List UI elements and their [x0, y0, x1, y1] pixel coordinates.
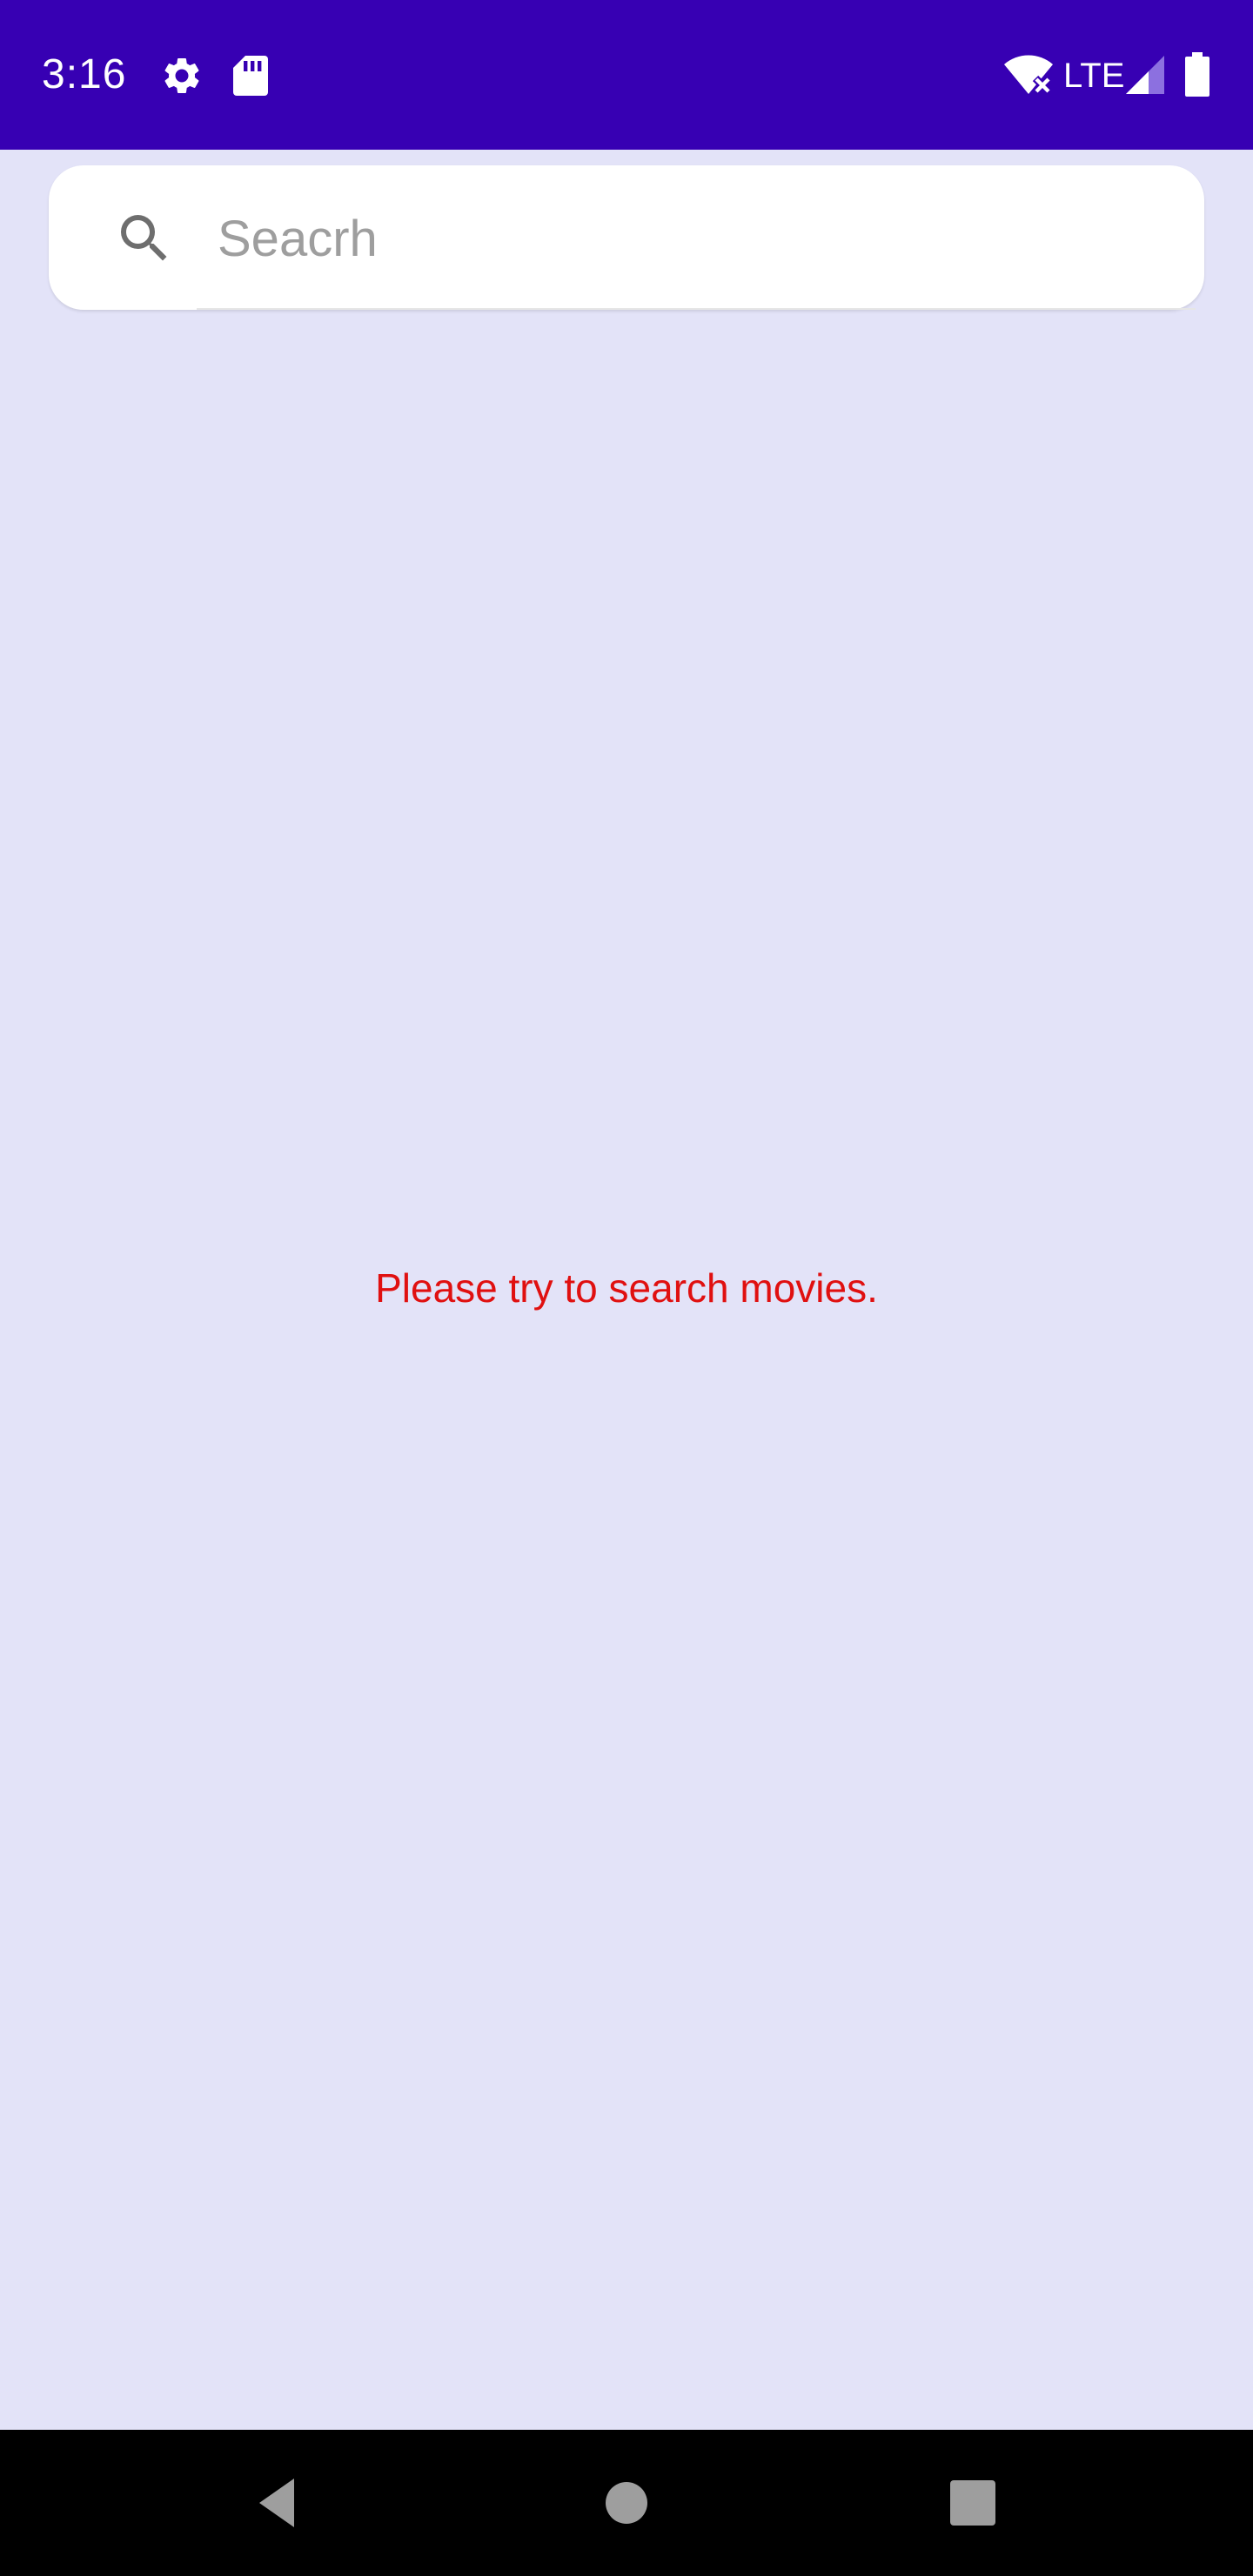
network-type: LTE [1063, 57, 1125, 95]
gear-icon [160, 54, 204, 97]
search-input[interactable] [218, 193, 1175, 284]
status-bar: 3:16 LTE [0, 0, 1253, 150]
wifi-off-icon [1002, 54, 1055, 97]
empty-state-message: Please try to search movies. [375, 1265, 878, 1311]
sd-card-icon [231, 54, 270, 97]
recents-icon[interactable] [941, 2472, 1004, 2534]
signal-icon [1126, 56, 1164, 94]
search-icon[interactable] [113, 207, 176, 270]
status-time: 3:16 [42, 51, 127, 97]
home-icon[interactable] [595, 2472, 658, 2534]
search-underline [197, 308, 1196, 310]
back-icon[interactable] [245, 2472, 308, 2534]
navigation-bar [0, 2430, 1253, 2576]
battery-icon [1183, 52, 1211, 97]
